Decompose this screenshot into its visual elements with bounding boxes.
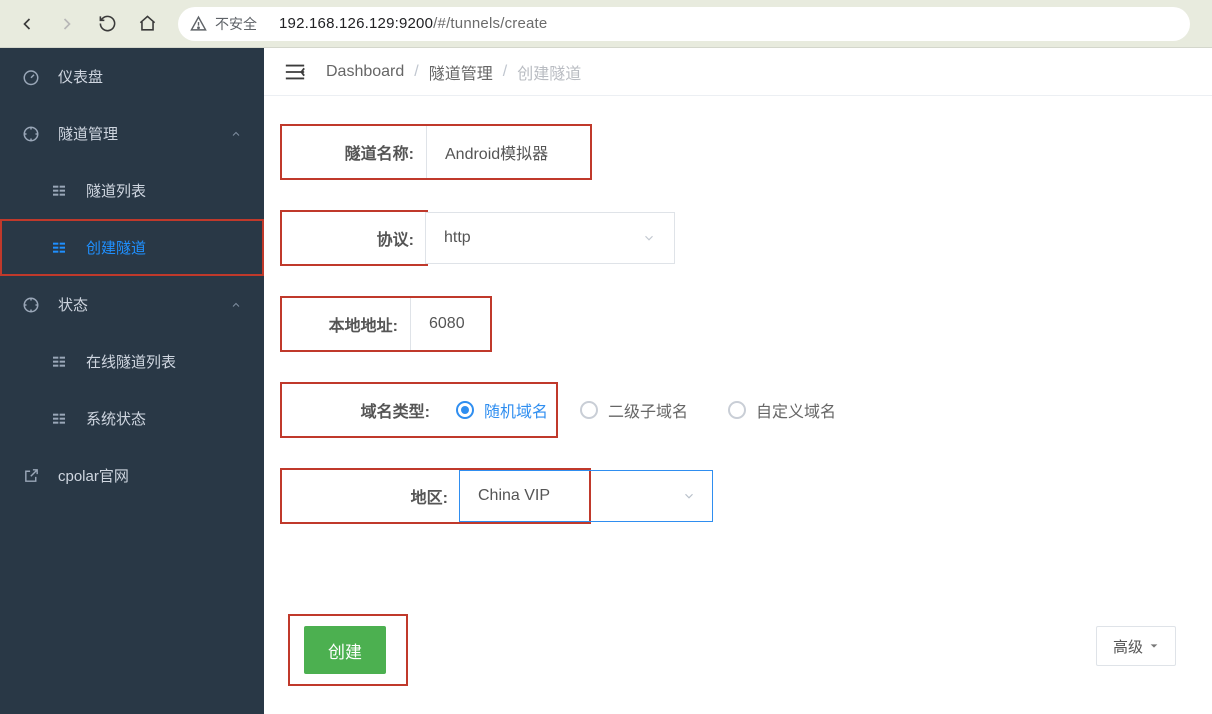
sidebar: 仪表盘 隧道管理 隧道列表 创建隧道 — [0, 48, 264, 714]
radio-custom-domain[interactable]: 自定义域名 — [728, 398, 836, 422]
navigate-icon — [22, 296, 40, 314]
sidebar-item-tunnel-mgmt[interactable]: 隧道管理 — [0, 105, 264, 162]
tunnel-name-input[interactable]: Android模拟器 — [426, 126, 590, 178]
sidebar-item-label: 创建隧道 — [86, 237, 146, 258]
radio-icon — [580, 401, 598, 419]
breadcrumb-current: 创建隧道 — [517, 60, 581, 84]
create-button-highlight: 创建 — [290, 616, 406, 684]
sidebar-item-online-tunnels[interactable]: 在线隧道列表 — [0, 333, 264, 390]
sidebar-item-tunnel-list[interactable]: 隧道列表 — [0, 162, 264, 219]
sidebar-item-status[interactable]: 状态 — [0, 276, 264, 333]
breadcrumb-mid[interactable]: 隧道管理 — [429, 60, 493, 84]
sidebar-item-cpolar-site[interactable]: cpolar官网 — [0, 447, 264, 504]
protocol-select[interactable]: http — [425, 212, 675, 264]
sidebar-item-label: cpolar官网 — [58, 465, 129, 486]
sidebar-item-label: 隧道列表 — [86, 180, 146, 201]
grid-icon — [50, 410, 68, 428]
tunnel-name-label: 隧道名称: — [316, 126, 426, 178]
region-label: 地区: — [360, 470, 460, 522]
nav-back-button[interactable] — [10, 7, 44, 41]
breadcrumb: Dashboard / 隧道管理 / 创建隧道 — [326, 60, 581, 84]
browser-toolbar: 不安全 192.168.126.129:9200/#/tunnels/creat… — [0, 0, 1212, 48]
grid-icon — [50, 353, 68, 371]
sidebar-item-label: 在线隧道列表 — [86, 351, 176, 372]
insecure-label: 不安全 — [215, 14, 257, 34]
region-select-right[interactable] — [589, 470, 713, 522]
gauge-icon — [22, 68, 40, 86]
domain-type-label: 域名类型: — [346, 384, 442, 436]
grid-icon — [50, 182, 68, 200]
sidebar-item-dashboard[interactable]: 仪表盘 — [0, 48, 264, 105]
radio-subdomain[interactable]: 二级子域名 — [580, 398, 688, 422]
chevron-up-icon — [230, 128, 242, 140]
content-area: Dashboard / 隧道管理 / 创建隧道 隧道名称: Android模拟器… — [264, 48, 1212, 714]
insecure-icon — [190, 15, 207, 32]
sidebar-item-label: 系统状态 — [86, 408, 146, 429]
sidebar-item-label: 仪表盘 — [58, 66, 103, 87]
caret-down-icon — [1149, 641, 1159, 651]
local-address-input[interactable]: 6080 — [410, 298, 490, 350]
url-text: 192.168.126.129:9200/#/tunnels/create — [279, 15, 547, 32]
create-button[interactable]: 创建 — [304, 626, 386, 674]
region-select-left[interactable]: China VIP — [459, 470, 589, 522]
radio-icon — [728, 401, 746, 419]
breadcrumb-sep: / — [503, 63, 507, 81]
chevron-down-icon — [682, 489, 696, 503]
nav-reload-button[interactable] — [90, 7, 124, 41]
sidebar-item-create-tunnel[interactable]: 创建隧道 — [0, 219, 264, 276]
protocol-label: 协议: — [346, 212, 426, 264]
advanced-label: 高级 — [1113, 636, 1143, 657]
nav-forward-button[interactable] — [50, 7, 84, 41]
radio-random-domain[interactable]: 随机域名 — [456, 398, 548, 422]
breadcrumb-root[interactable]: Dashboard — [326, 63, 404, 81]
navigate-icon — [22, 125, 40, 143]
external-link-icon — [22, 467, 40, 485]
radio-label: 随机域名 — [484, 398, 548, 422]
topbar: Dashboard / 隧道管理 / 创建隧道 — [264, 48, 1212, 96]
create-tunnel-form: 隧道名称: Android模拟器 协议: http 本 — [264, 96, 1212, 714]
sidebar-item-label: 隧道管理 — [58, 123, 118, 144]
sidebar-item-label: 状态 — [58, 294, 88, 315]
chevron-down-icon — [642, 231, 656, 245]
chevron-up-icon — [230, 299, 242, 311]
radio-label: 自定义域名 — [756, 398, 836, 422]
advanced-button[interactable]: 高级 — [1096, 626, 1176, 666]
protocol-value: http — [444, 229, 471, 247]
nav-home-button[interactable] — [130, 7, 164, 41]
sidebar-item-system-status[interactable]: 系统状态 — [0, 390, 264, 447]
local-address-label: 本地地址: — [300, 298, 410, 350]
radio-label: 二级子域名 — [608, 398, 688, 422]
address-bar[interactable]: 不安全 192.168.126.129:9200/#/tunnels/creat… — [178, 7, 1190, 41]
menu-toggle-icon[interactable] — [284, 63, 306, 81]
breadcrumb-sep: / — [414, 63, 418, 81]
radio-icon — [456, 401, 474, 419]
grid-icon — [50, 239, 68, 257]
